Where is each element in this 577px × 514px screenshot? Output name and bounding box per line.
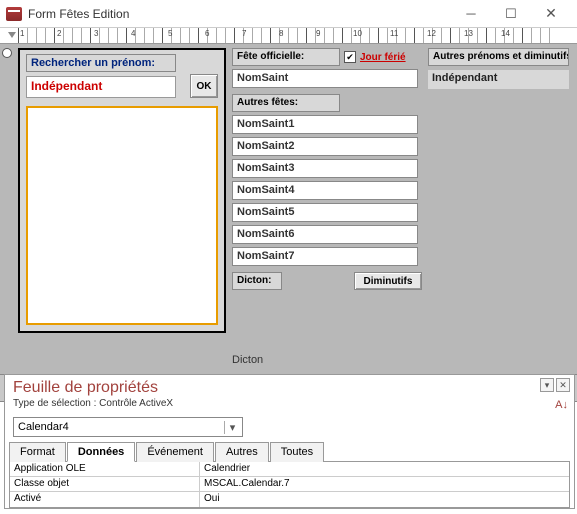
form-design-canvas: Rechercher un prénom: Indépendant OK Fêt…	[0, 44, 577, 374]
search-label: Rechercher un prénom:	[26, 54, 176, 72]
property-row[interactable]: Classe objetMSCAL.Calendar.7	[10, 477, 569, 492]
dicton-field[interactable]: Dicton	[232, 354, 263, 366]
ruler-number: 12	[427, 29, 436, 38]
ruler-number: 11	[390, 29, 398, 38]
ruler-number: 2	[57, 29, 61, 38]
ruler-number: 14	[501, 29, 510, 38]
window-titlebar: Form Fêtes Edition ─ ☐ ✕	[0, 0, 577, 28]
ruler-number: 5	[168, 29, 172, 38]
property-sheet: Feuille de propriétés Type de sélection …	[4, 374, 575, 509]
nom-saint-6-field[interactable]: NomSaint6	[232, 225, 418, 244]
jour-ferie-checkbox[interactable]: ✔	[344, 51, 356, 63]
tab-autres[interactable]: Autres	[215, 442, 269, 462]
diminutifs-button[interactable]: Diminutifs	[354, 272, 422, 290]
tab-donnees[interactable]: Données	[67, 442, 135, 462]
ruler-number: 9	[316, 29, 320, 38]
property-row[interactable]: ActivéOui	[10, 492, 569, 507]
maximize-button[interactable]: ☐	[491, 0, 531, 28]
propsheet-title: Feuille de propriétés	[13, 379, 566, 397]
design-ruler: 1234567891011121314	[0, 28, 577, 44]
propsheet-close-icon[interactable]: ✕	[556, 378, 570, 392]
access-icon	[6, 7, 22, 21]
property-name: Application OLE	[10, 462, 200, 476]
autres-prenoms-panel: Autres prénoms et diminutifs Indépendant	[428, 48, 569, 89]
property-grid: Application OLECalendrierClasse objetMSC…	[9, 462, 570, 508]
section-selector-icon[interactable]	[2, 48, 12, 58]
propsheet-tabs: Format Données Événement Autres Toutes	[9, 441, 570, 462]
calendar-control[interactable]	[26, 106, 218, 325]
nom-saint-7-field[interactable]: NomSaint7	[232, 247, 418, 266]
window-title: Form Fêtes Edition	[28, 7, 451, 21]
property-value[interactable]: Calendrier	[200, 462, 569, 476]
object-selector-value: Calendar4	[18, 421, 69, 433]
property-value[interactable]: MSCAL.Calendar.7	[200, 477, 569, 491]
sort-az-icon[interactable]: A↓	[555, 399, 568, 411]
ruler-number: 3	[94, 29, 98, 38]
propsheet-dropdown-icon[interactable]: ▾	[540, 378, 554, 392]
property-name: Classe objet	[10, 477, 200, 491]
fete-fields: Fête officielle: ✔ Jour férié NomSaint A…	[232, 48, 422, 290]
nom-saint-4-field[interactable]: NomSaint4	[232, 181, 418, 200]
nom-saint-1-field[interactable]: NomSaint1	[232, 115, 418, 134]
ruler-number: 6	[205, 29, 209, 38]
property-row[interactable]: Application OLECalendrier	[10, 462, 569, 477]
propsheet-subtitle: Type de sélection : Contrôle ActiveX	[13, 398, 566, 409]
tab-format[interactable]: Format	[9, 442, 66, 462]
property-value[interactable]: Oui	[200, 492, 569, 507]
ruler-marker-icon	[8, 32, 16, 38]
dicton-small-label: Dicton:	[232, 272, 282, 290]
fete-officielle-label: Fête officielle:	[232, 48, 340, 66]
close-button[interactable]: ✕	[531, 0, 571, 28]
ruler-number: 4	[131, 29, 135, 38]
ruler-number: 8	[279, 29, 283, 38]
autres-prenoms-label: Autres prénoms et diminutifs	[428, 48, 569, 66]
object-selector[interactable]: Calendar4 ▾	[13, 417, 243, 437]
search-panel: Rechercher un prénom: Indépendant OK	[18, 48, 226, 333]
nom-saint-5-field[interactable]: NomSaint5	[232, 203, 418, 222]
chevron-down-icon: ▾	[224, 421, 240, 434]
nom-saint-3-field[interactable]: NomSaint3	[232, 159, 418, 178]
tab-evenement[interactable]: Événement	[136, 442, 214, 462]
ok-button[interactable]: OK	[190, 74, 218, 98]
minimize-button[interactable]: ─	[451, 0, 491, 28]
tab-toutes[interactable]: Toutes	[270, 442, 324, 462]
ruler-number: 1	[20, 29, 24, 38]
ruler-number: 10	[353, 29, 362, 38]
autres-fetes-label: Autres fêtes:	[232, 94, 340, 112]
search-input[interactable]: Indépendant	[26, 76, 176, 98]
autres-prenoms-value: Indépendant	[428, 70, 569, 89]
jour-ferie-label[interactable]: Jour férié	[360, 52, 406, 63]
nom-saint-field[interactable]: NomSaint	[232, 69, 418, 88]
ruler-number: 7	[242, 29, 246, 38]
nom-saint-2-field[interactable]: NomSaint2	[232, 137, 418, 156]
property-name: Activé	[10, 492, 200, 507]
ruler-number: 13	[464, 29, 473, 38]
